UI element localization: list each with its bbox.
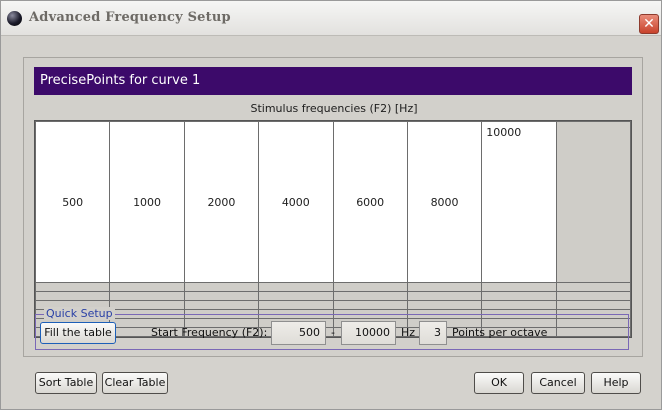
table-cell[interactable]: [109, 291, 185, 302]
panel-header: PrecisePoints for curve 1: [34, 67, 632, 95]
cancel-button[interactable]: Cancel: [531, 372, 585, 394]
table-row: 500 1000 2000 4000 6000 8000 10000: [34, 120, 632, 284]
help-button[interactable]: Help: [591, 372, 641, 394]
table-row: [34, 282, 632, 293]
table-cell[interactable]: [332, 282, 408, 293]
table-cell[interactable]: [183, 300, 260, 311]
app-orb-icon[interactable]: [7, 11, 22, 26]
table-cell[interactable]: [34, 282, 111, 293]
table-cell[interactable]: [406, 300, 483, 311]
table-cell[interactable]: [332, 300, 408, 311]
table-cell[interactable]: [555, 291, 632, 302]
table-caption: Stimulus frequencies (F2) [Hz]: [250, 102, 418, 115]
close-button[interactable]: ✕: [639, 14, 659, 34]
frequency-table: 500 1000 2000 4000 6000 8000 10000: [34, 120, 632, 338]
table-cell[interactable]: [109, 300, 185, 311]
table-cell[interactable]: 8000: [406, 120, 483, 284]
window-title: Advanced Frequency Setup: [29, 10, 231, 25]
points-per-octave-input[interactable]: 3: [419, 321, 447, 345]
table-cell[interactable]: 1000: [109, 120, 185, 284]
table-cell[interactable]: [481, 300, 557, 311]
table-cell[interactable]: 500: [34, 120, 111, 284]
table-cell[interactable]: [406, 282, 483, 293]
sort-table-button[interactable]: Sort Table: [35, 372, 97, 394]
title-bar[interactable]: Advanced Frequency Setup ✕: [1, 1, 661, 36]
table-row: [34, 300, 632, 311]
advanced-frequency-setup-window: Advanced Frequency Setup ✕ PrecisePoints…: [0, 0, 662, 410]
table-cell-editing[interactable]: 10000: [481, 120, 557, 284]
table-cell[interactable]: 2000: [183, 120, 260, 284]
table-cell[interactable]: 6000: [332, 120, 408, 284]
start-frequency-input[interactable]: 500: [271, 321, 326, 345]
start-frequency-label: Start Frequency (F2):: [151, 326, 268, 339]
table-cell[interactable]: [183, 282, 260, 293]
table-cell[interactable]: [258, 282, 334, 293]
table-cell[interactable]: 4000: [258, 120, 334, 284]
ok-button[interactable]: OK: [474, 372, 524, 394]
frequency-unit-label: Hz: [401, 326, 416, 339]
table-cell[interactable]: [109, 282, 185, 293]
table-cell[interactable]: [555, 120, 632, 284]
clear-table-button[interactable]: Clear Table: [102, 372, 168, 394]
table-cell[interactable]: [481, 282, 557, 293]
table-cell[interactable]: [406, 291, 483, 302]
table-cell[interactable]: [555, 282, 632, 293]
table-cell[interactable]: [555, 300, 632, 311]
precise-points-panel: PrecisePoints for curve 1 Stimulus frequ…: [23, 57, 643, 357]
end-frequency-input[interactable]: 10000: [341, 321, 396, 345]
table-cell[interactable]: [34, 291, 111, 302]
table-cell[interactable]: [481, 291, 557, 302]
fill-table-button[interactable]: Fill the table: [40, 322, 116, 344]
table-cell[interactable]: [258, 291, 334, 302]
table-row: [34, 291, 632, 302]
table-cell[interactable]: [183, 291, 260, 302]
range-dash: -: [331, 326, 335, 339]
quick-setup-legend: Quick Setup: [44, 307, 115, 320]
table-cell[interactable]: [332, 291, 408, 302]
points-per-octave-label: Points per octave: [452, 326, 548, 339]
table-cell[interactable]: [258, 300, 334, 311]
